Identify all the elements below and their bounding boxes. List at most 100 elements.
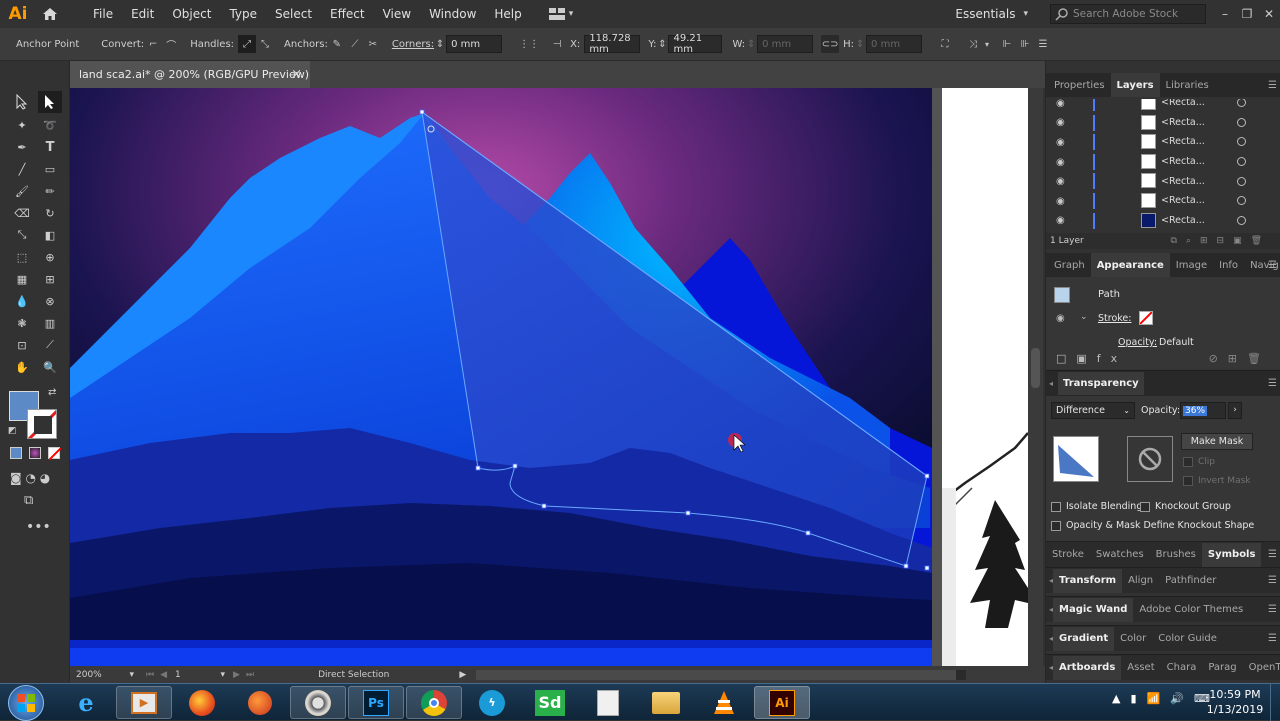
layer-row[interactable]: ◉ <Recta...: [1046, 171, 1280, 191]
signal-icon[interactable]: 📶: [1147, 692, 1161, 705]
layer-name[interactable]: <Recta...: [1161, 99, 1205, 108]
tab-libraries[interactable]: Libraries: [1160, 73, 1215, 97]
tab-properties[interactable]: Properties: [1048, 73, 1111, 97]
next-artboard-icon[interactable]: ▶: [233, 670, 240, 680]
menu-effect[interactable]: Effect: [321, 7, 374, 21]
tab-swatches[interactable]: Swatches: [1090, 543, 1150, 567]
connect-anchor-icon[interactable]: ⟋: [346, 35, 364, 53]
tab-info[interactable]: Info: [1213, 253, 1244, 277]
tab-magic-wand[interactable]: Magic Wand: [1053, 597, 1134, 622]
eye-icon[interactable]: ◉: [1056, 157, 1070, 168]
pen-tool-icon[interactable]: ✒: [10, 136, 34, 158]
opacity-label[interactable]: Opacity:: [1118, 337, 1157, 348]
swap-colors-icon[interactable]: ⇄: [48, 387, 56, 398]
tab-color-themes[interactable]: Adobe Color Themes: [1133, 598, 1249, 622]
screen-mode-icon[interactable]: ⧉: [24, 493, 33, 508]
tab-graph[interactable]: Graph: [1048, 253, 1091, 277]
menu-object[interactable]: Object: [163, 7, 220, 21]
volume-icon[interactable]: 🔊: [1170, 692, 1184, 705]
distribute-icon[interactable]: ⊪: [1016, 35, 1034, 53]
scale-tool-icon[interactable]: ⤡: [10, 224, 34, 246]
vertical-scrollbar[interactable]: [1028, 88, 1043, 666]
arrange-documents-icon[interactable]: ▾: [548, 8, 573, 20]
eye-icon[interactable]: ◉: [1056, 176, 1070, 187]
hand-tool-icon[interactable]: ✋: [10, 356, 34, 378]
knockout-group-checkbox[interactable]: [1140, 501, 1150, 512]
stock-search[interactable]: Search Adobe Stock: [1050, 4, 1206, 24]
tab-layers[interactable]: Layers: [1110, 73, 1160, 97]
magic-wand-tool-icon[interactable]: ✦: [10, 114, 34, 136]
type-tool-icon[interactable]: T: [38, 136, 62, 158]
tab-image[interactable]: Image: [1170, 253, 1213, 277]
workspace-switcher[interactable]: Essentials ▾: [955, 7, 1028, 21]
menu-edit[interactable]: Edit: [122, 7, 163, 21]
artwork[interactable]: [70, 88, 1028, 666]
layer-row[interactable]: ◉ <Recta...: [1046, 152, 1280, 172]
h-field[interactable]: 0 mm: [866, 35, 923, 53]
menu-type[interactable]: Type: [220, 7, 266, 21]
home-icon[interactable]: [36, 0, 64, 28]
appearance-footer-icons[interactable]: □▣fx: [1056, 352, 1127, 365]
default-colors-icon[interactable]: ◩: [8, 426, 17, 436]
panel-menu-icon[interactable]: ☰: [1268, 575, 1277, 586]
none-mode-icon[interactable]: [48, 447, 62, 461]
tab-transform[interactable]: Transform: [1053, 568, 1123, 593]
tab-opentype[interactable]: OpenT: [1243, 656, 1280, 680]
object-thumbnail[interactable]: [1053, 436, 1099, 482]
sd-taskbar-icon[interactable]: Sd: [522, 686, 578, 719]
corners-field[interactable]: 0 mm: [446, 35, 503, 53]
clip-checkbox[interactable]: [1183, 457, 1193, 467]
zoom-tool-icon[interactable]: 🔍: [38, 356, 62, 378]
blend-mode-select[interactable]: Difference ⌄: [1051, 402, 1135, 419]
layer-name[interactable]: <Recta...: [1161, 136, 1205, 147]
document-tab[interactable]: land sca2.ai* @ 200% (RGB/GPU Preview) ×: [70, 61, 310, 88]
target-icon[interactable]: [1237, 137, 1246, 147]
invert-mask-checkbox[interactable]: [1183, 476, 1193, 486]
line-tool-icon[interactable]: ╱: [10, 158, 34, 180]
constrain-link-icon[interactable]: ⊂⊃: [821, 35, 840, 53]
mask-thumbnail[interactable]: [1127, 436, 1173, 482]
panel-menu-icon[interactable]: ☰: [1268, 80, 1277, 91]
tab-align[interactable]: Align: [1122, 569, 1159, 593]
opacity-field[interactable]: 36%: [1180, 402, 1226, 419]
close-icon[interactable]: ✕: [1258, 4, 1280, 24]
corners-label[interactable]: Corners:: [392, 39, 434, 50]
invert-mask-option[interactable]: Invert Mask: [1183, 476, 1251, 486]
cut-path-icon[interactable]: ✂: [364, 35, 382, 53]
y-field[interactable]: 49.21 mm: [668, 33, 723, 55]
restore-icon[interactable]: ❐: [1236, 4, 1258, 24]
tab-asset-export[interactable]: Asset: [1121, 656, 1160, 680]
symbol-sprayer-tool-icon[interactable]: ❃: [10, 312, 34, 334]
chrome-taskbar-icon[interactable]: [406, 686, 462, 719]
isolate-icon[interactable]: ⛶: [936, 35, 954, 53]
convert-smooth-icon[interactable]: ⌒: [162, 35, 180, 53]
close-tab-icon[interactable]: ×: [291, 67, 302, 82]
layers-footer-icons[interactable]: ⧉⌕⊞⊟▣🗑: [1171, 236, 1271, 246]
stroke-none-swatch[interactable]: [1139, 311, 1153, 325]
menu-help[interactable]: Help: [485, 7, 530, 21]
tab-stroke[interactable]: Stroke: [1046, 543, 1090, 567]
width-tool-icon[interactable]: ◧: [38, 224, 62, 246]
opacity-mask-define-option[interactable]: Opacity & Mask Define Knockout Shape: [1051, 520, 1254, 531]
more-options-icon[interactable]: ☰: [1034, 35, 1052, 53]
photoshop-taskbar-icon[interactable]: Ps: [348, 686, 404, 719]
gradient-mode-icon[interactable]: [29, 447, 41, 459]
target-icon[interactable]: [1237, 196, 1246, 206]
panel-menu-icon[interactable]: ☰: [1268, 633, 1277, 644]
make-mask-button[interactable]: Make Mask: [1181, 433, 1253, 450]
corners-stepper[interactable]: ⇕: [434, 35, 446, 53]
free-transform-tool-icon[interactable]: ⬚: [10, 246, 34, 268]
rotate-tool-icon[interactable]: ↻: [38, 202, 62, 224]
blend-tool-icon[interactable]: ⊗: [38, 290, 62, 312]
horizontal-scrollbar[interactable]: [476, 669, 967, 680]
scrollbar-thumb[interactable]: [476, 669, 957, 680]
isolate-blending-checkbox[interactable]: [1051, 501, 1061, 512]
layer-name[interactable]: <Recta...: [1161, 215, 1205, 226]
pencil-tool-icon[interactable]: ✏: [38, 180, 62, 202]
artboard-field[interactable]: 1 ▾: [175, 670, 225, 680]
tab-appearance[interactable]: Appearance: [1090, 253, 1170, 277]
minimize-icon[interactable]: –: [1214, 4, 1236, 24]
eyedropper-tool-icon[interactable]: 💧: [10, 290, 34, 312]
stroke-swatch[interactable]: [27, 409, 57, 439]
canvas[interactable]: [70, 88, 1028, 666]
